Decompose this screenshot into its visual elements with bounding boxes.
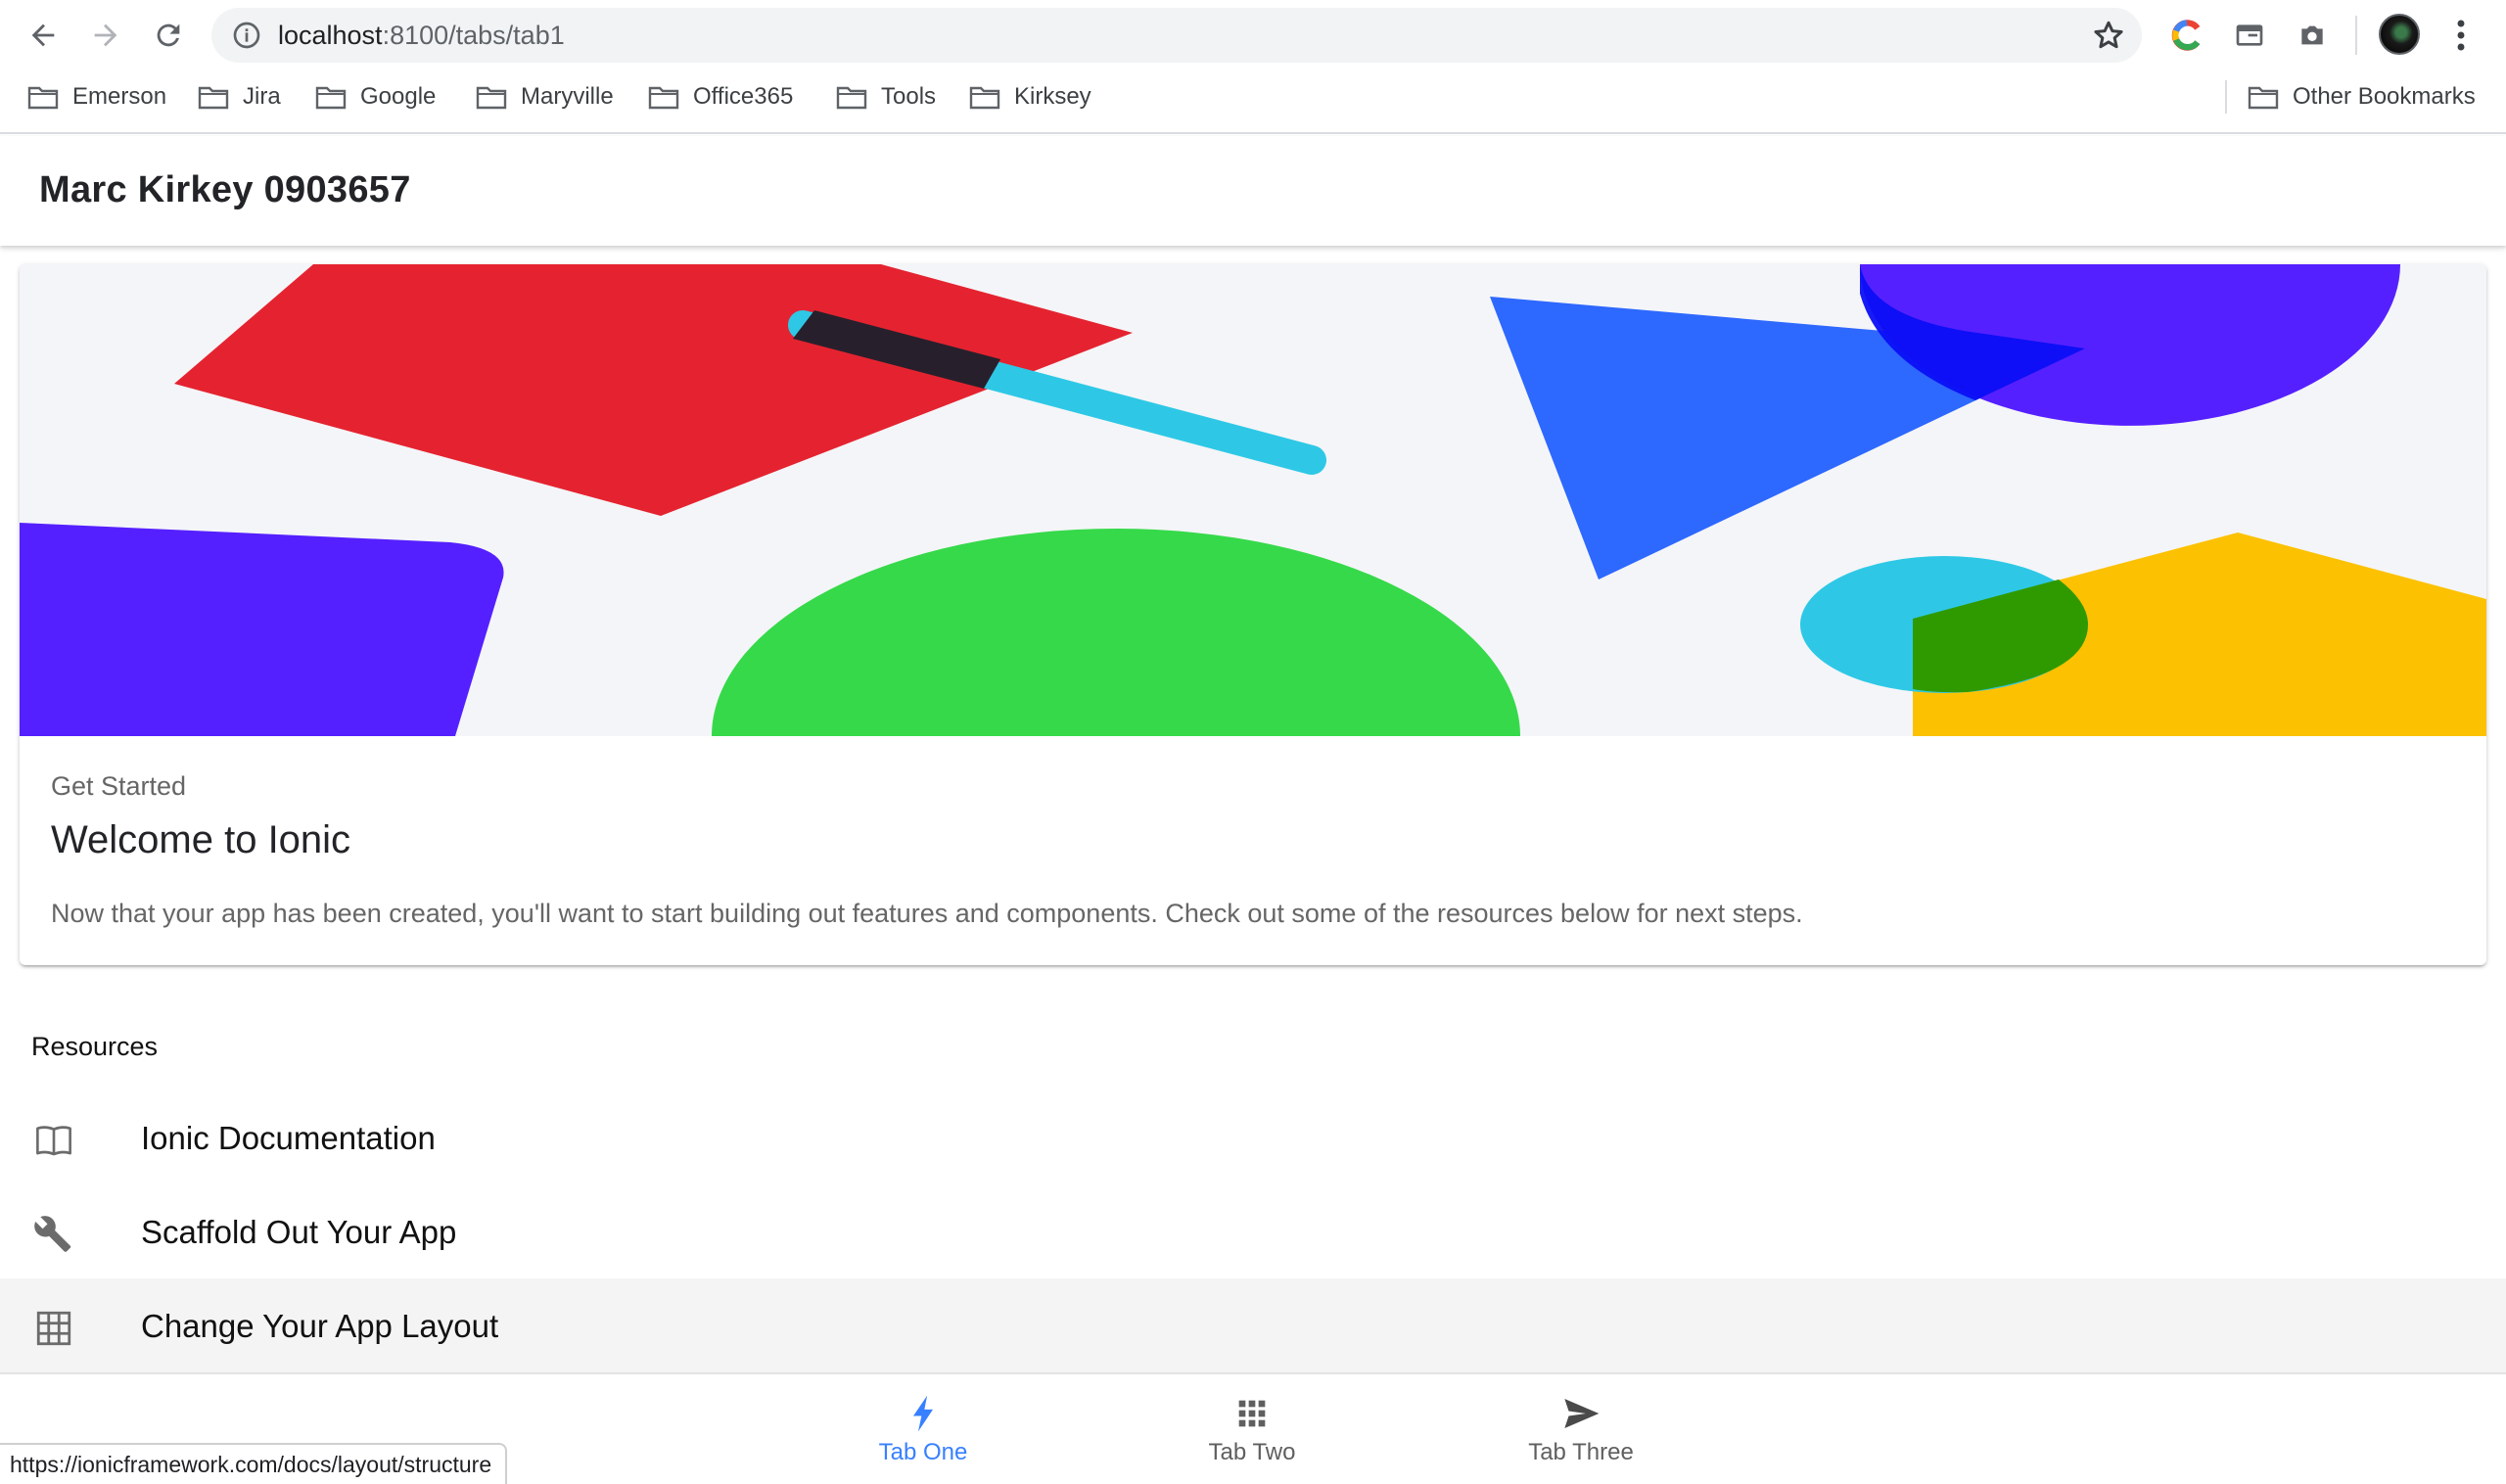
folder-icon <box>476 86 507 110</box>
bookmark-label: Emerson <box>72 83 167 110</box>
grid-icon <box>36 1311 71 1346</box>
status-bar-url: https://ionicframework.com/docs/layout/s… <box>0 1443 508 1484</box>
bookmark-label: Jira <box>243 83 281 110</box>
app-toolbar: Marc Kirkey 0903657 <box>0 136 2506 246</box>
bookmarks-separator <box>2225 80 2227 114</box>
bookmark-label: Tools <box>881 83 937 110</box>
other-bookmarks[interactable]: Other Bookmarks <box>2248 80 2476 114</box>
folder-icon <box>2248 86 2279 110</box>
camera-icon[interactable] <box>2293 16 2332 55</box>
url-text: localhost:8100/tabs/tab1 <box>278 21 565 50</box>
arrow-right-icon <box>94 23 117 47</box>
bookmark-tools[interactable]: Tools <box>836 80 936 114</box>
resource-item-layout[interactable]: Change Your App Layout <box>0 1278 2506 1372</box>
card-title: Welcome to Ionic <box>51 818 351 861</box>
bookmark-jira[interactable]: Jira <box>198 80 281 114</box>
star-icon[interactable] <box>2091 18 2126 53</box>
resource-label: Change Your App Layout <box>141 1308 499 1344</box>
folder-icon <box>198 86 229 110</box>
bookmark-kirksey[interactable]: Kirksey <box>969 80 1091 114</box>
bookmark-emerson[interactable]: Emerson <box>27 80 166 114</box>
reload-button[interactable] <box>145 12 192 59</box>
resource-item-scaffold[interactable]: Scaffold Out Your App <box>0 1184 2506 1278</box>
browser-toolbar: localhost:8100/tabs/tab1 Emerson Jira Go… <box>0 0 2506 134</box>
window-extension-icon[interactable] <box>2230 16 2269 55</box>
tab-label: Tab One <box>878 1439 968 1465</box>
google-extension-icon[interactable] <box>2167 16 2206 55</box>
book-icon <box>36 1126 71 1156</box>
bookmark-label: Office365 <box>693 83 794 110</box>
folder-icon <box>648 86 679 110</box>
arrow-left-icon <box>31 23 55 47</box>
bookmark-office365[interactable]: Office365 <box>648 80 793 114</box>
folder-icon <box>27 86 59 110</box>
resource-label: Ionic Documentation <box>141 1120 436 1156</box>
tab-one[interactable]: Tab One <box>825 1394 1021 1482</box>
apps-icon <box>1238 1400 1266 1427</box>
bookmark-label: Maryville <box>521 83 614 110</box>
tab-label: Tab Three <box>1528 1439 1634 1465</box>
resource-item-documentation[interactable]: Ionic Documentation <box>0 1090 2506 1184</box>
card-subtitle: Get Started <box>51 771 187 801</box>
profile-avatar[interactable] <box>2379 14 2420 55</box>
folder-icon <box>969 86 1000 110</box>
card-content: Now that your app has been created, you'… <box>51 899 1803 928</box>
flash-icon <box>913 1395 933 1432</box>
resource-label: Scaffold Out Your App <box>141 1214 457 1250</box>
bookmark-maryville[interactable]: Maryville <box>476 80 614 114</box>
back-button[interactable] <box>20 12 67 59</box>
folder-icon <box>836 86 867 110</box>
address-bar[interactable]: localhost:8100/tabs/tab1 <box>211 8 2142 63</box>
wrench-icon <box>34 1216 71 1252</box>
toolbar-separator <box>2355 16 2357 55</box>
bookmark-label: Kirksey <box>1014 83 1091 110</box>
bookmark-label: Other Bookmarks <box>2293 83 2476 110</box>
reload-icon <box>157 23 180 47</box>
tab-three[interactable]: Tab Three <box>1483 1394 1679 1482</box>
bookmarks-bar: Emerson Jira Google Maryville Office365 … <box>0 74 2506 119</box>
page-title: Marc Kirkey 0903657 <box>39 169 411 210</box>
more-vertical-icon[interactable] <box>2445 14 2477 57</box>
bookmark-google[interactable]: Google <box>315 80 436 114</box>
card-illustration <box>20 264 2486 736</box>
tab-label: Tab Two <box>1208 1439 1296 1465</box>
welcome-card: Get Started Welcome to Ionic Now that yo… <box>20 264 2486 965</box>
bookmark-label: Google <box>360 83 437 110</box>
folder-icon <box>315 86 347 110</box>
tab-two[interactable]: Tab Two <box>1154 1394 1350 1482</box>
resources-header: Resources <box>31 1032 159 1061</box>
send-icon <box>1564 1399 1600 1428</box>
shapes-illustration <box>20 264 2486 736</box>
forward-button[interactable] <box>82 12 129 59</box>
info-icon[interactable] <box>231 20 262 51</box>
